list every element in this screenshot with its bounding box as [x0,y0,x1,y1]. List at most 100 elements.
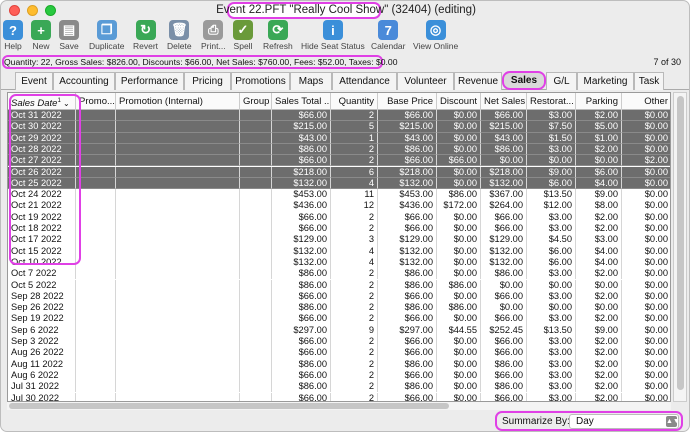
toolbar-revert-button[interactable]: ↻ Revert [133,20,158,51]
tab-attendance[interactable]: Attendance [332,72,397,90]
table-row[interactable]: Oct 21 2022 $436.00 12 $436.00 $172.00 $264.0… [8,200,670,212]
tab-performance[interactable]: Performance [115,72,184,90]
table-cell: $66.00 [272,211,331,223]
tab-maps[interactable]: Maps [290,72,332,90]
table-cell: Oct 5 2022 [8,279,76,291]
toolbar-spell-button[interactable]: ✓ Spell [233,20,253,51]
column-header-parking[interactable]: Parking [576,93,622,110]
table-cell [240,177,272,190]
delete-icon: 🗑 [169,20,190,40]
table-row[interactable]: Oct 15 2022 $132.00 4 $132.00 $0.00 $132.00 $6… [8,245,670,257]
column-header-restorat[interactable]: Restorat... [527,93,576,110]
toolbar-calendar-button[interactable]: 7 Calendar [371,20,406,51]
toolbar-print-button[interactable]: ⎙ Print... [201,20,226,51]
summarize-by-select[interactable]: Day ▲▼ [569,414,680,429]
table-row[interactable]: Oct 24 2022 $453.00 11 $453.00 $86.00 $367.00… [8,189,670,201]
toolbar-view-online-button[interactable]: ◎ View Online [413,20,458,51]
column-header-other[interactable]: Other [622,93,670,110]
table-row[interactable]: Oct 7 2022 $86.00 2 $86.00 $0.00 $86.00 $3.00 $… [8,268,670,280]
table-row[interactable]: Oct 26 2022 $218.00 6 $218.00 $0.00 $218.00 $9… [8,166,670,178]
table-row[interactable]: Oct 18 2022 $66.00 2 $66.00 $0.00 $66.00 $3.00… [8,223,670,235]
column-header-promotion-internal[interactable]: Promotion (Internal) [116,93,240,110]
table-cell: $86.00 [437,279,481,291]
table-row[interactable]: Sep 28 2022 $66.00 2 $66.00 $0.00 $66.00 $3.00… [8,290,670,303]
toolbar-new-button[interactable]: + New [31,20,51,51]
table-row[interactable]: Oct 17 2022 $129.00 3 $129.00 $0.00 $129.00 $4… [8,234,670,246]
table-cell: $66.00 [272,313,331,325]
tab-sales[interactable]: Sales [502,71,546,90]
column-header-net-sales[interactable]: Net Sales [481,93,527,110]
toolbar-save-button[interactable]: ▤ Save [59,20,79,51]
table-cell [116,200,240,212]
table-row[interactable]: Oct 19 2022 $66.00 2 $66.00 $0.00 $66.00 $3.00… [8,211,670,223]
table-cell: Oct 29 2022 [8,132,76,144]
table-cell: 2 [331,223,378,235]
column-header-quantity[interactable]: Quantity [331,93,378,110]
table-row[interactable]: Aug 26 2022 $66.00 2 $66.00 $0.00 $66.00 $3.00… [8,347,670,359]
toolbar-hide-seat-status-button[interactable]: i Hide Seat Status [301,20,365,51]
column-header-sales-total[interactable]: Sales Total ... [272,93,331,110]
tab-accounting[interactable]: Accounting [53,72,115,90]
table-cell: $3.00 [527,143,576,156]
column-header-discount[interactable]: Discount [437,93,481,110]
window-title: Event 22.PFT "Really Cool Show" (32404) … [1,1,689,20]
column-header-group[interactable]: Group [240,93,272,110]
table-row[interactable]: Oct 25 2022 $132.00 4 $132.00 $0.00 $132.00 $6… [8,177,670,190]
table-cell [116,290,240,303]
table-cell: $0.00 [527,155,576,167]
tab-promotions[interactable]: Promotions [231,72,290,90]
column-header-sales-date[interactable]: Sales Date1 ⌄ [8,93,76,110]
table-cell: Jul 30 2022 [8,392,76,401]
horizontal-scrollbar[interactable] [7,402,671,410]
table-row[interactable]: Aug 11 2022 $86.00 2 $86.00 $0.00 $86.00 $3.00… [8,358,670,370]
table-cell: $66.00 [272,110,331,122]
table-cell: $0.00 [622,121,670,133]
table-row[interactable]: Aug 6 2022 $66.00 2 $66.00 $0.00 $66.00 $3.00 $… [8,369,670,382]
toolbar-help-button[interactable]: ? Help [3,20,23,51]
table-cell: $2.00 [576,369,622,382]
table-cell: $3.00 [527,268,576,280]
table-row[interactable]: Sep 19 2022 $66.00 2 $66.00 $0.00 $66.00 $3.00… [8,313,670,325]
table-cell: $86.00 [481,358,527,370]
vertical-scroll-thumb[interactable] [677,96,684,390]
table-row[interactable]: Oct 27 2022 $66.00 2 $66.00 $66.00 $0.00 $0.00… [8,155,670,167]
calendar-icon: 7 [378,20,399,40]
tab-volunteer[interactable]: Volunteer [397,72,454,90]
table-row[interactable]: Oct 29 2022 $43.00 1 $43.00 $0.00 $43.00 $1.50… [8,132,670,144]
vertical-scrollbar[interactable] [673,92,687,402]
toolbar: ? Help + New ▤ Save ❐ Duplicate ↻ Revert 🗑 Delete ⎙ P… [1,20,689,55]
table-row[interactable]: Sep 6 2022 $297.00 9 $297.00 $44.55 $252.45 $1… [8,324,670,336]
window: Event 22.PFT "Really Cool Show" (32404) … [0,0,690,432]
table-cell: $132.00 [378,256,437,269]
table-row[interactable]: Sep 3 2022 $66.00 2 $66.00 $0.00 $66.00 $3.00 $… [8,336,670,348]
column-header-promo[interactable]: Promo... [76,93,116,110]
tab-pricing[interactable]: Pricing [184,72,231,90]
table-cell: $66.00 [437,155,481,167]
tab-g-l[interactable]: G/L [546,72,577,90]
table-row[interactable]: Oct 10 2022 $132.00 4 $132.00 $0.00 $132.00 $6… [8,256,670,269]
table-row[interactable]: Sep 26 2022 $86.00 2 $86.00 $86.00 $0.00 $0.00… [8,302,670,314]
table-cell: $43.00 [481,132,527,144]
table-cell: $86.00 [272,268,331,280]
toolbar-duplicate-button[interactable]: ❐ Duplicate [89,20,124,51]
title-suffix: (32404) (editing) [388,4,476,16]
tab-marketing[interactable]: Marketing [577,72,634,90]
table-cell: Oct 21 2022 [8,200,76,212]
table-row[interactable]: Jul 30 2022 $66.00 2 $66.00 $0.00 $66.00 $3.00… [8,392,670,401]
table-row[interactable]: Oct 30 2022 $215.00 5 $215.00 $0.00 $215.00 $7… [8,121,670,133]
tab-event[interactable]: Event [15,72,53,90]
table-row[interactable]: Oct 5 2022 $86.00 2 $86.00 $86.00 $0.00 $0.00 $… [8,279,670,291]
column-header-base-price[interactable]: Base Price [378,93,437,110]
toolbar-refresh-button[interactable]: ⟳ Refresh [263,20,293,51]
toolbar-delete-button[interactable]: 🗑 Delete [167,20,192,51]
spell-icon: ✓ [233,20,253,40]
table-cell: $13.50 [527,324,576,336]
tab-task[interactable]: Task [634,72,664,90]
table-row[interactable]: Oct 28 2022 $86.00 2 $86.00 $0.00 $86.00 $3.00… [8,143,670,156]
table-row[interactable]: Oct 31 2022 $66.00 2 $66.00 $0.00 $66.00 $3.00… [8,110,670,122]
tab-revenue[interactable]: Revenue [454,72,502,90]
table-row[interactable]: Jul 31 2022 $86.00 2 $86.00 $0.00 $86.00 $3.00… [8,381,670,393]
table-cell: $0.00 [622,381,670,392]
table-cell: $218.00 [378,166,437,178]
horizontal-scroll-thumb[interactable] [9,403,449,409]
